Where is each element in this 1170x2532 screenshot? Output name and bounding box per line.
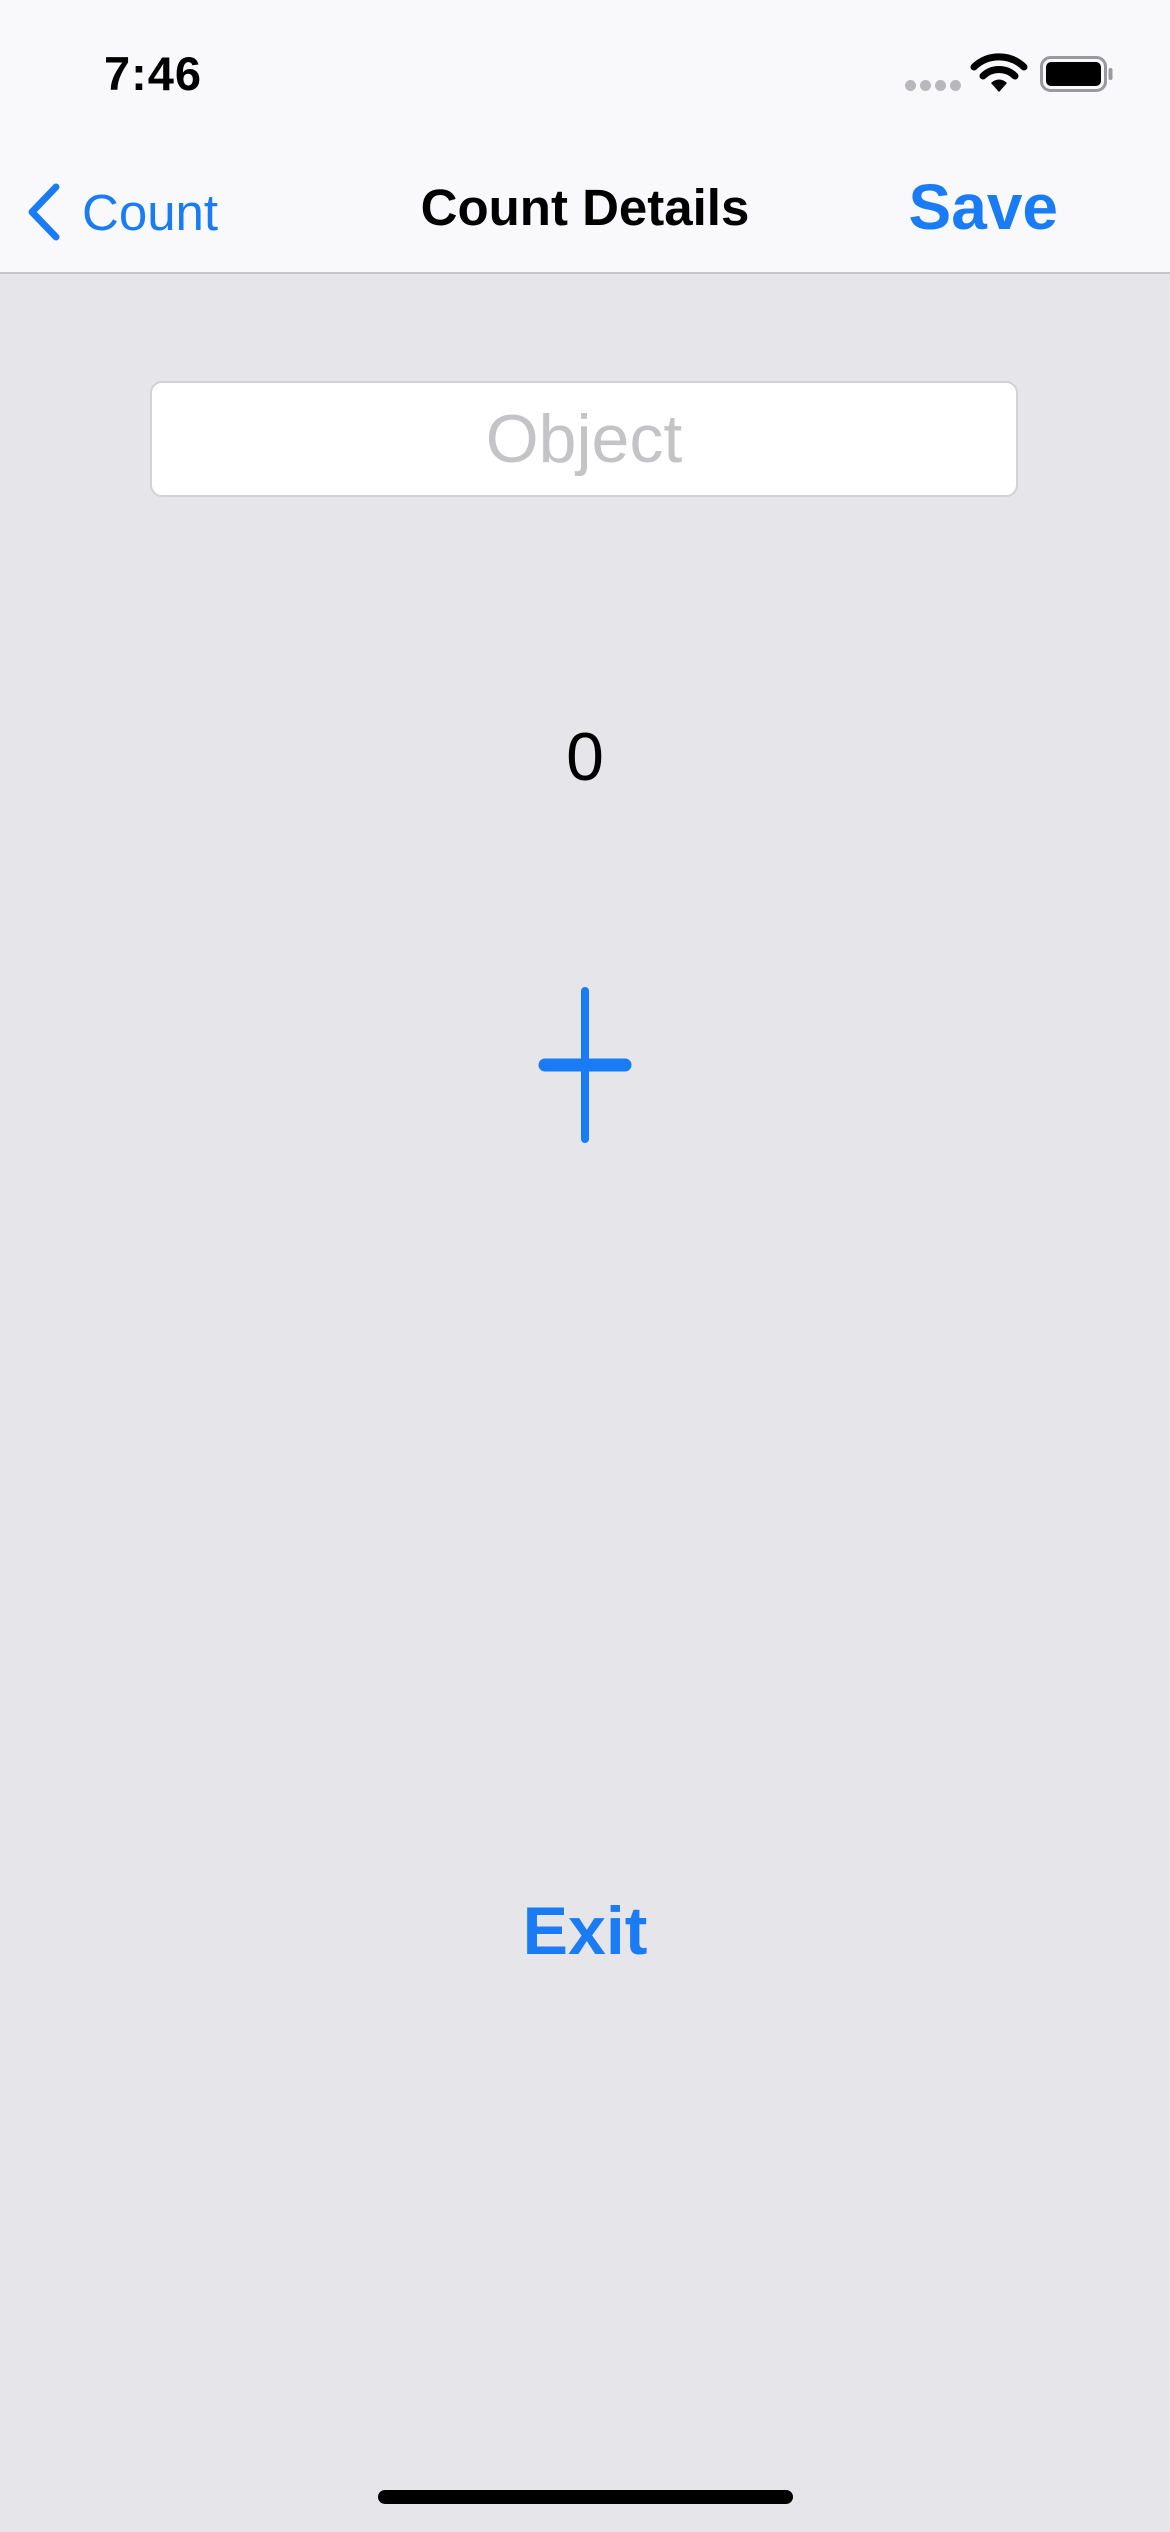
status-bar: 7:46 — [0, 0, 1170, 150]
object-input[interactable] — [150, 381, 1018, 497]
home-indicator[interactable] — [378, 2490, 793, 2504]
exit-button-row: Exit — [0, 1892, 1170, 1970]
save-button[interactable]: Save — [909, 170, 1058, 244]
back-button-label: Count — [82, 183, 219, 241]
plus-icon[interactable] — [535, 985, 635, 1145]
count-value: 0 — [566, 719, 604, 795]
battery-icon — [1040, 56, 1113, 92]
exit-button[interactable]: Exit — [523, 1893, 648, 1969]
chevron-left-icon — [28, 183, 60, 241]
signal-icon — [905, 80, 961, 92]
navigation-bar: Count Count Details Save — [0, 150, 1170, 274]
wifi-icon — [970, 53, 1028, 92]
status-time: 7:46 — [104, 47, 203, 100]
back-button[interactable]: Count — [24, 172, 218, 252]
